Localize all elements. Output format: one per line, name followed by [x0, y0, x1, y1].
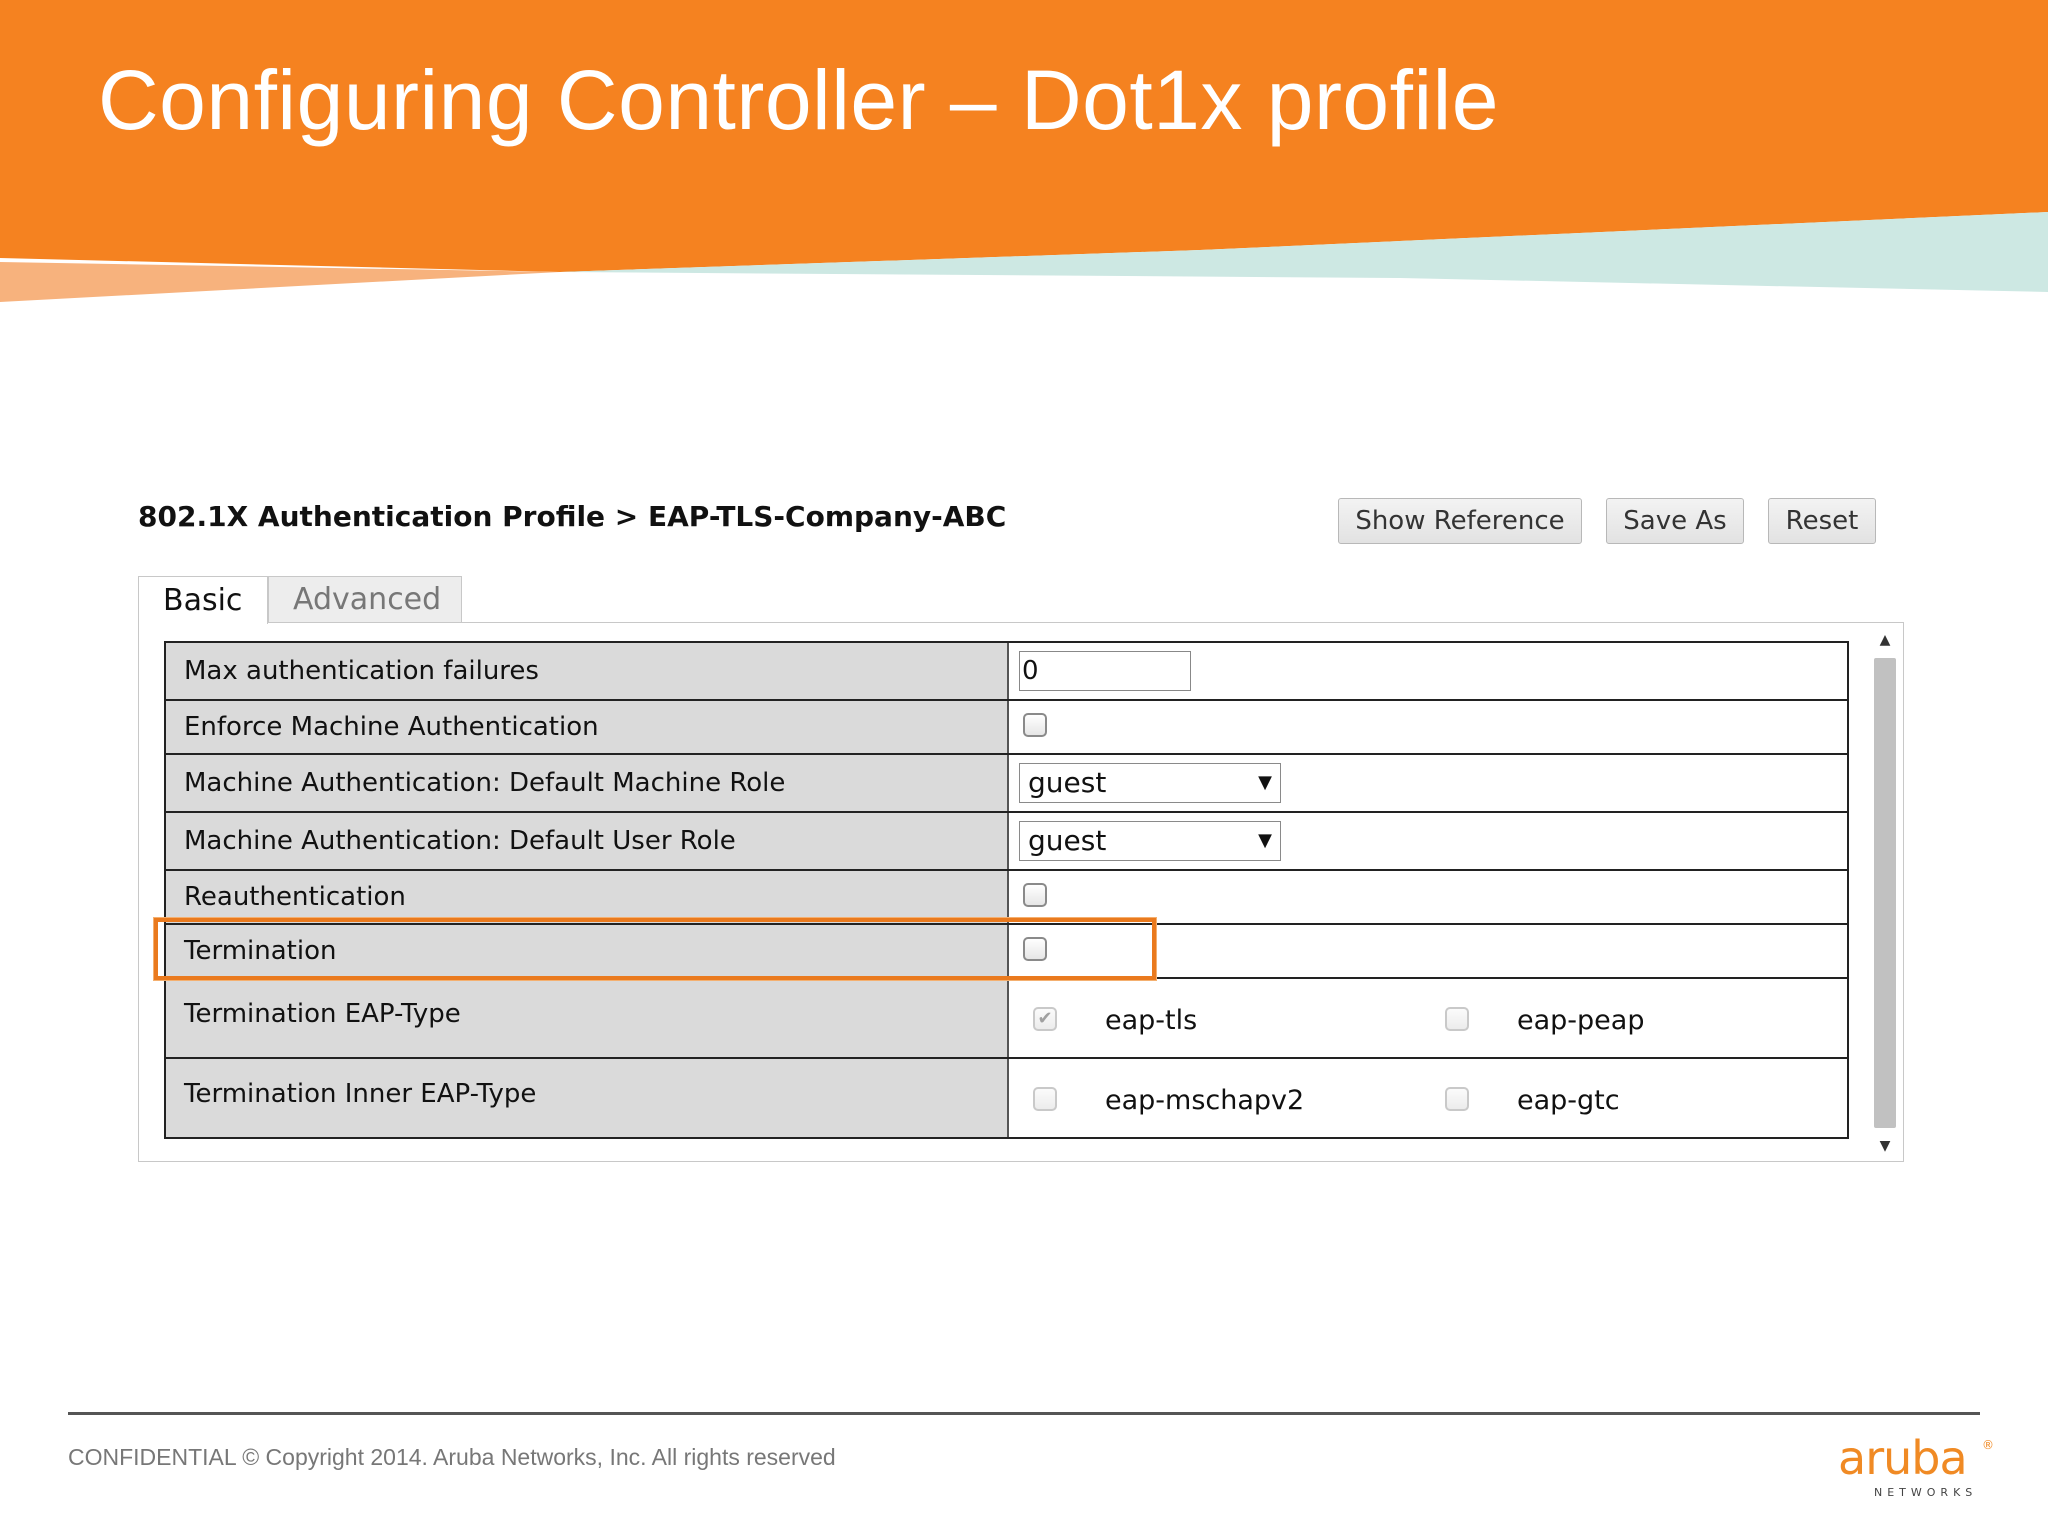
user-role-select[interactable]: guest ▼ — [1019, 821, 1281, 861]
reauthentication-checkbox[interactable] — [1023, 883, 1047, 907]
eap-tls-label: eap-tls — [1105, 1005, 1198, 1036]
profile-breadcrumb: 802.1X Authentication Profile > EAP-TLS-… — [138, 500, 1007, 533]
row-termination-inner-eap-type: Termination Inner EAP-Type eap-mschapv2 … — [166, 1059, 1847, 1137]
footer-copyright: CONFIDENTIAL © Copyright 2014. Aruba Net… — [68, 1444, 836, 1470]
tab-basic[interactable]: Basic — [138, 576, 268, 624]
show-reference-button[interactable]: Show Reference — [1338, 498, 1582, 544]
row-enforce-machine-auth: Enforce Machine Authentication — [166, 701, 1847, 755]
slide-title: Configuring Controller – Dot1x profile — [98, 53, 1500, 147]
registered-mark-icon: ® — [1982, 1438, 1994, 1452]
aruba-logo: aruba ® NETWORKS — [1838, 1432, 2008, 1504]
row-termination: Termination — [166, 925, 1847, 979]
value-machine-role: guest ▼ — [1011, 755, 1847, 811]
panel-scrollbar[interactable]: ▲ ▼ — [1870, 628, 1900, 1158]
label-enforce-machine-auth: Enforce Machine Authentication — [166, 701, 1009, 753]
value-user-role: guest ▼ — [1011, 813, 1847, 869]
value-max-auth-failures: 0 — [1011, 643, 1847, 699]
user-role-value: guest — [1028, 824, 1107, 857]
value-termination-inner-eap-type: eap-mschapv2 eap-gtc — [1011, 1059, 1847, 1137]
label-machine-role: Machine Authentication: Default Machine … — [166, 755, 1009, 811]
eap-gtc-label: eap-gtc — [1517, 1085, 1620, 1116]
max-auth-failures-input[interactable]: 0 — [1019, 651, 1191, 691]
machine-role-select[interactable]: guest ▼ — [1019, 763, 1281, 803]
triangle-up-icon[interactable]: ▲ — [1870, 628, 1900, 652]
row-machine-role: Machine Authentication: Default Machine … — [166, 755, 1847, 813]
termination-checkbox[interactable] — [1023, 937, 1047, 961]
banner-graphic — [0, 0, 2048, 302]
eap-mschapv2-checkbox[interactable] — [1033, 1087, 1057, 1111]
triangle-down-icon[interactable]: ▼ — [1870, 1134, 1900, 1158]
row-termination-eap-type: Termination EAP-Type ✔ eap-tls eap-peap — [166, 979, 1847, 1059]
scroll-thumb[interactable] — [1874, 658, 1896, 1128]
row-max-auth-failures: Max authentication failures 0 — [166, 643, 1847, 701]
title-banner: Configuring Controller – Dot1x profile — [0, 0, 2048, 310]
row-reauthentication: Reauthentication — [166, 871, 1847, 925]
eap-mschapv2-label: eap-mschapv2 — [1105, 1085, 1305, 1116]
checkmark-icon: ✔ — [1037, 1008, 1053, 1029]
machine-role-value: guest — [1028, 766, 1107, 799]
footer-divider — [68, 1412, 1980, 1415]
label-reauthentication: Reauthentication — [166, 871, 1009, 923]
reset-button[interactable]: Reset — [1768, 498, 1876, 544]
label-user-role: Machine Authentication: Default User Rol… — [166, 813, 1009, 869]
aruba-logo-subtitle: NETWORKS — [1874, 1486, 1978, 1499]
save-as-button[interactable]: Save As — [1606, 498, 1744, 544]
eap-gtc-checkbox[interactable] — [1445, 1087, 1469, 1111]
label-termination: Termination — [166, 925, 1009, 977]
triangle-down-icon: ▼ — [1258, 772, 1272, 793]
value-reauthentication — [1011, 871, 1847, 923]
label-termination-eap-type: Termination EAP-Type — [166, 979, 1009, 1057]
value-termination — [1011, 925, 1847, 977]
eap-peap-label: eap-peap — [1517, 1005, 1645, 1036]
triangle-down-icon: ▼ — [1258, 830, 1272, 851]
profile-form-table: Max authentication failures 0 Enforce Ma… — [164, 641, 1849, 1139]
enforce-machine-auth-checkbox[interactable] — [1023, 713, 1047, 737]
label-max-auth-failures: Max authentication failures — [166, 643, 1009, 699]
tab-advanced[interactable]: Advanced — [268, 576, 462, 622]
aruba-logo-word: aruba — [1838, 1431, 1968, 1485]
eap-tls-checkbox[interactable]: ✔ — [1033, 1007, 1057, 1031]
value-termination-eap-type: ✔ eap-tls eap-peap — [1011, 979, 1847, 1057]
row-user-role: Machine Authentication: Default User Rol… — [166, 813, 1847, 871]
value-enforce-machine-auth — [1011, 701, 1847, 753]
label-termination-inner-eap-type: Termination Inner EAP-Type — [166, 1059, 1009, 1137]
eap-peap-checkbox[interactable] — [1445, 1007, 1469, 1031]
